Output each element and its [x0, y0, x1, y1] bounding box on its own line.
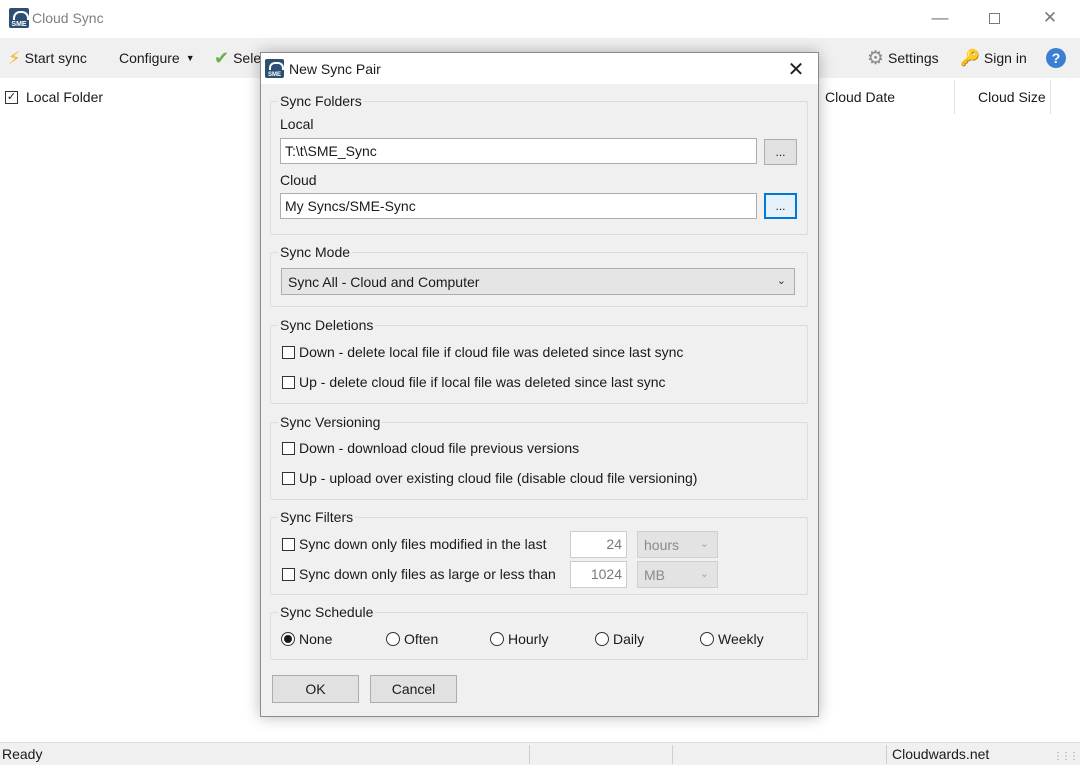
status-site: Cloudwards.net	[892, 746, 990, 762]
versioning-up-option[interactable]: Up - upload over existing cloud file (di…	[282, 470, 697, 486]
select-button[interactable]: ✔ Sele	[214, 38, 261, 78]
versioning-up-checkbox[interactable]	[282, 471, 295, 485]
gear-icon: ⚙	[867, 47, 885, 69]
key-icon: 🔑	[960, 50, 980, 67]
column-divider[interactable]	[954, 80, 955, 114]
chevron-down-icon: ⌄	[699, 538, 709, 550]
sync-deletions-legend: Sync Deletions	[280, 317, 374, 333]
sync-folders-legend: Sync Folders	[280, 93, 362, 109]
status-text: Ready	[2, 746, 43, 762]
dropdown-caret-icon: ▼	[185, 53, 195, 63]
help-icon: ?	[1046, 48, 1066, 68]
status-bar: Ready Cloudwards.net ⋮⋮⋮	[0, 742, 1080, 765]
filter-modified-checkbox[interactable]	[282, 537, 295, 551]
deletions-up-option[interactable]: Up - delete cloud file if local file was…	[282, 374, 666, 390]
cloud-folder-input[interactable]: My Syncs/SME-Sync	[280, 193, 757, 219]
app-logo-icon: SME	[9, 8, 29, 28]
sync-filters-group: Sync Filters	[270, 509, 808, 595]
close-window-button[interactable]: ✕	[1027, 4, 1073, 32]
size-unit-select[interactable]: MB ⌄	[637, 561, 718, 588]
deletions-up-checkbox[interactable]	[282, 375, 295, 389]
size-amount-input[interactable]: 1024	[570, 561, 627, 588]
schedule-hourly-option[interactable]: Hourly	[490, 631, 548, 647]
schedule-daily-radio[interactable]	[595, 632, 609, 646]
select-all-checkbox[interactable]: ✓	[5, 90, 18, 104]
sync-deletions-group: Sync Deletions	[270, 317, 808, 404]
local-folder-column-header[interactable]: ✓ Local Folder	[5, 78, 103, 116]
deletions-down-checkbox[interactable]	[282, 345, 295, 359]
maximize-icon	[988, 12, 1000, 24]
new-sync-pair-dialog: SME New Sync Pair ✕ Sync Folders Local T…	[260, 52, 819, 717]
deletions-down-option[interactable]: Down - delete local file if cloud file w…	[282, 344, 683, 360]
schedule-none-option[interactable]: None	[281, 631, 332, 647]
dialog-title-bar: SME New Sync Pair ✕	[261, 53, 818, 84]
sync-versioning-group: Sync Versioning	[270, 414, 808, 500]
chevron-down-icon: ⌄	[699, 568, 709, 580]
status-divider	[529, 745, 530, 764]
dialog-title: New Sync Pair	[289, 61, 381, 77]
modified-unit-select[interactable]: hours ⌄	[637, 531, 718, 558]
cloud-date-column-header[interactable]: Cloud Date	[825, 78, 895, 116]
schedule-often-option[interactable]: Often	[386, 631, 438, 647]
window-title: Cloud Sync	[32, 10, 104, 26]
local-folder-input[interactable]: T:\t\SME_Sync	[280, 138, 757, 164]
schedule-daily-option[interactable]: Daily	[595, 631, 644, 647]
close-icon: ✕	[787, 58, 805, 81]
resize-grip-icon[interactable]: ⋮⋮⋮	[1053, 751, 1079, 762]
help-button[interactable]: ?	[1046, 38, 1066, 78]
dialog-close-button[interactable]: ✕	[778, 55, 814, 83]
settings-button[interactable]: ⚙ Settings	[867, 38, 939, 78]
schedule-often-radio[interactable]	[386, 632, 400, 646]
browse-local-button[interactable]: ...	[764, 139, 797, 165]
cancel-button[interactable]: Cancel	[370, 675, 457, 703]
lightning-icon: ⚡	[8, 47, 21, 68]
close-icon: ✕	[1042, 8, 1058, 27]
column-divider[interactable]	[1050, 80, 1051, 114]
status-divider	[886, 745, 887, 764]
minimize-icon: —	[931, 8, 949, 27]
status-divider	[672, 745, 673, 764]
local-label: Local	[280, 116, 314, 132]
cloud-size-column-header[interactable]: Cloud Size	[978, 78, 1046, 116]
schedule-none-radio[interactable]	[281, 632, 295, 646]
modified-amount-input[interactable]: 24	[570, 531, 627, 558]
start-sync-button[interactable]: ⚡ Start sync	[8, 38, 87, 78]
sync-mode-legend: Sync Mode	[280, 244, 351, 260]
app-logo-icon: SME	[265, 59, 284, 78]
sync-versioning-legend: Sync Versioning	[280, 414, 381, 430]
checkmark-icon: ✔	[214, 47, 230, 68]
sync-mode-select[interactable]: Sync All - Cloud and Computer ⌄	[281, 268, 795, 295]
schedule-hourly-radio[interactable]	[490, 632, 504, 646]
filter-modified-option[interactable]: Sync down only files modified in the las…	[282, 536, 546, 552]
minimize-button[interactable]: —	[917, 4, 963, 32]
filter-size-checkbox[interactable]	[282, 567, 295, 581]
versioning-down-option[interactable]: Down - download cloud file previous vers…	[282, 440, 579, 456]
maximize-button[interactable]	[971, 4, 1017, 32]
browse-cloud-button[interactable]: ...	[764, 193, 797, 219]
schedule-weekly-option[interactable]: Weekly	[700, 631, 764, 647]
configure-menu[interactable]: Configure ▼	[119, 38, 195, 78]
schedule-weekly-radio[interactable]	[700, 632, 714, 646]
chevron-down-icon: ⌄	[776, 275, 786, 287]
cloud-label: Cloud	[280, 172, 317, 188]
filter-size-option[interactable]: Sync down only files as large or less th…	[282, 566, 556, 582]
versioning-down-checkbox[interactable]	[282, 441, 295, 455]
sign-in-button[interactable]: 🔑 Sign in	[960, 38, 1027, 78]
title-bar: SME Cloud Sync — ✕	[0, 0, 1080, 38]
ok-button[interactable]: OK	[272, 675, 359, 703]
sync-filters-legend: Sync Filters	[280, 509, 354, 525]
sync-schedule-legend: Sync Schedule	[280, 604, 374, 620]
